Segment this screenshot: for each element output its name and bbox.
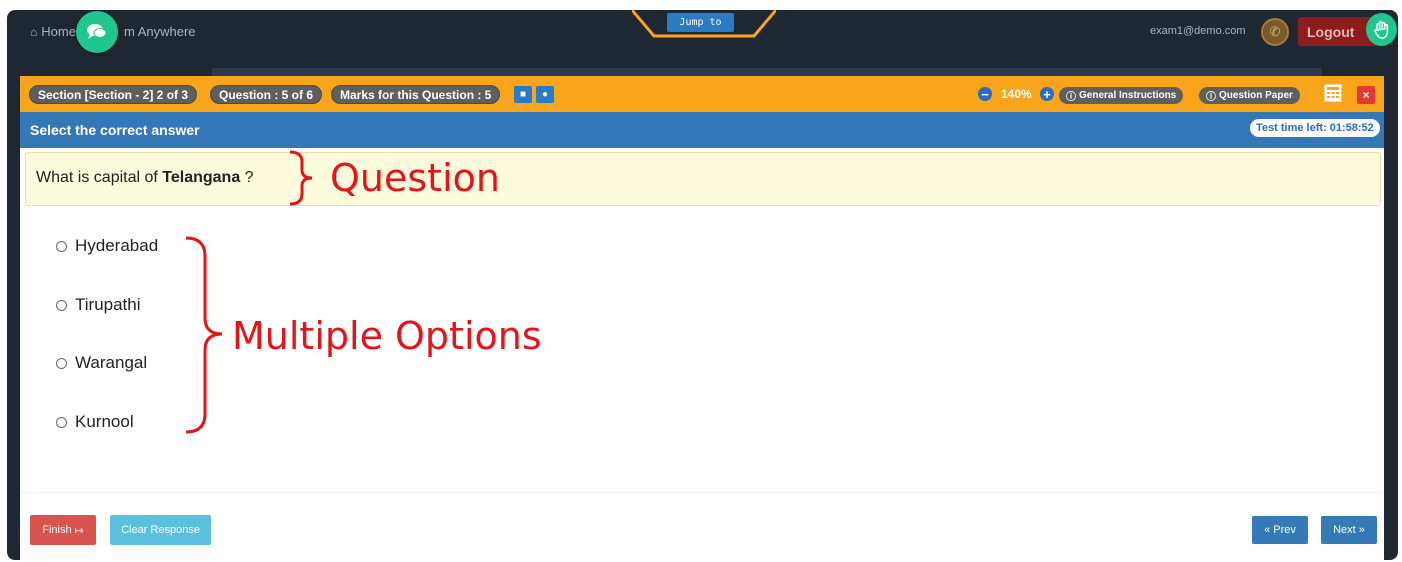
finish-label: Finish <box>42 524 72 536</box>
user-icon: ■ <box>519 89 527 100</box>
question-suffix: ? <box>240 169 254 186</box>
info-icon: ⓘ <box>1206 92 1216 103</box>
question-box: What is capital of Telangana ? <box>25 152 1381 206</box>
question-prefix: What is capital of <box>36 169 163 186</box>
profile-button[interactable]: ■ <box>514 86 532 103</box>
footer-divider <box>20 492 1384 493</box>
question-paper-button[interactable]: ⓘ Question Paper <box>1199 87 1300 104</box>
nav-home-label: Home <box>41 24 76 39</box>
radio-button[interactable] <box>56 299 67 311</box>
radio-button[interactable] <box>56 240 67 252</box>
question-title-bar: Select the correct answer Test time left… <box>20 112 1384 148</box>
comment-button[interactable]: ● <box>536 86 554 103</box>
question-counter-badge: Question : 5 of 6 <box>210 85 323 104</box>
prev-button[interactable]: « Prev <box>1252 516 1308 544</box>
calculator-icon[interactable] <box>1324 84 1342 102</box>
options-annotation: Multiple Options <box>232 314 542 358</box>
option-label: Warangal <box>75 353 148 372</box>
general-instructions-label: General Instructions <box>1079 90 1177 101</box>
question-highlight: Telangana <box>162 169 241 186</box>
test-timer: Test time left: 01:58:52 <box>1250 119 1380 137</box>
jump-to-button[interactable]: Jump to <box>667 13 734 32</box>
section-badge: Section [Section - 2] 2 of 3 <box>29 85 198 104</box>
chat-button[interactable] <box>76 11 118 53</box>
nav-brand-text: m Anywhere <box>124 24 196 39</box>
nav-home-link[interactable]: ⌂ Home <box>30 24 76 39</box>
option-item[interactable]: Hyderabad <box>56 236 158 256</box>
marks-badge: Marks for this Question : 5 <box>331 85 501 104</box>
zoom-in-button[interactable]: + <box>1040 87 1054 101</box>
question-annotation: Question <box>330 156 500 200</box>
zoom-out-button[interactable]: − <box>978 87 992 101</box>
option-label: Kurnool <box>75 412 134 431</box>
comment-icon: ● <box>541 89 549 100</box>
minus-icon: − <box>981 86 989 102</box>
radio-button[interactable] <box>56 416 67 428</box>
zoom-level: 140% <box>1001 87 1032 101</box>
finish-button[interactable]: Finish ↦ <box>30 515 96 545</box>
logout-label: Logout <box>1307 23 1355 40</box>
close-button[interactable]: × <box>1357 86 1375 104</box>
user-email: exam1@demo.com <box>1150 25 1246 37</box>
option-label: Hyderabad <box>75 236 159 255</box>
option-item[interactable]: Tirupathi <box>56 295 141 315</box>
option-item[interactable]: Warangal <box>56 353 147 373</box>
exam-info-bar: Section [Section - 2] 2 of 3 Question : … <box>20 76 1384 112</box>
option-label: Tirupathi <box>75 295 141 314</box>
option-item[interactable]: Kurnool <box>56 412 134 432</box>
radio-button[interactable] <box>56 357 67 369</box>
phone-icon: ✆ <box>1269 24 1281 39</box>
general-instructions-button[interactable]: ⓘ General Instructions <box>1059 87 1184 104</box>
header-strip <box>212 68 1322 76</box>
hand-icon <box>1373 20 1388 39</box>
exam-panel: Section [Section - 2] 2 of 3 Question : … <box>20 76 1384 560</box>
question-text: What is capital of Telangana ? <box>36 169 254 187</box>
raise-hand-button[interactable] <box>1366 13 1397 46</box>
chat-icon <box>87 24 107 39</box>
phone-button[interactable]: ✆ <box>1261 18 1289 46</box>
info-icon: ⓘ <box>1066 92 1076 103</box>
instruction-text: Select the correct answer <box>30 122 200 138</box>
home-icon: ⌂ <box>30 24 38 39</box>
plus-icon: + <box>1043 86 1051 102</box>
question-paper-label: Question Paper <box>1219 90 1293 101</box>
clear-response-button[interactable]: Clear Response <box>110 515 211 545</box>
exit-icon: ↦ <box>74 524 84 537</box>
next-button[interactable]: Next » <box>1321 516 1377 544</box>
